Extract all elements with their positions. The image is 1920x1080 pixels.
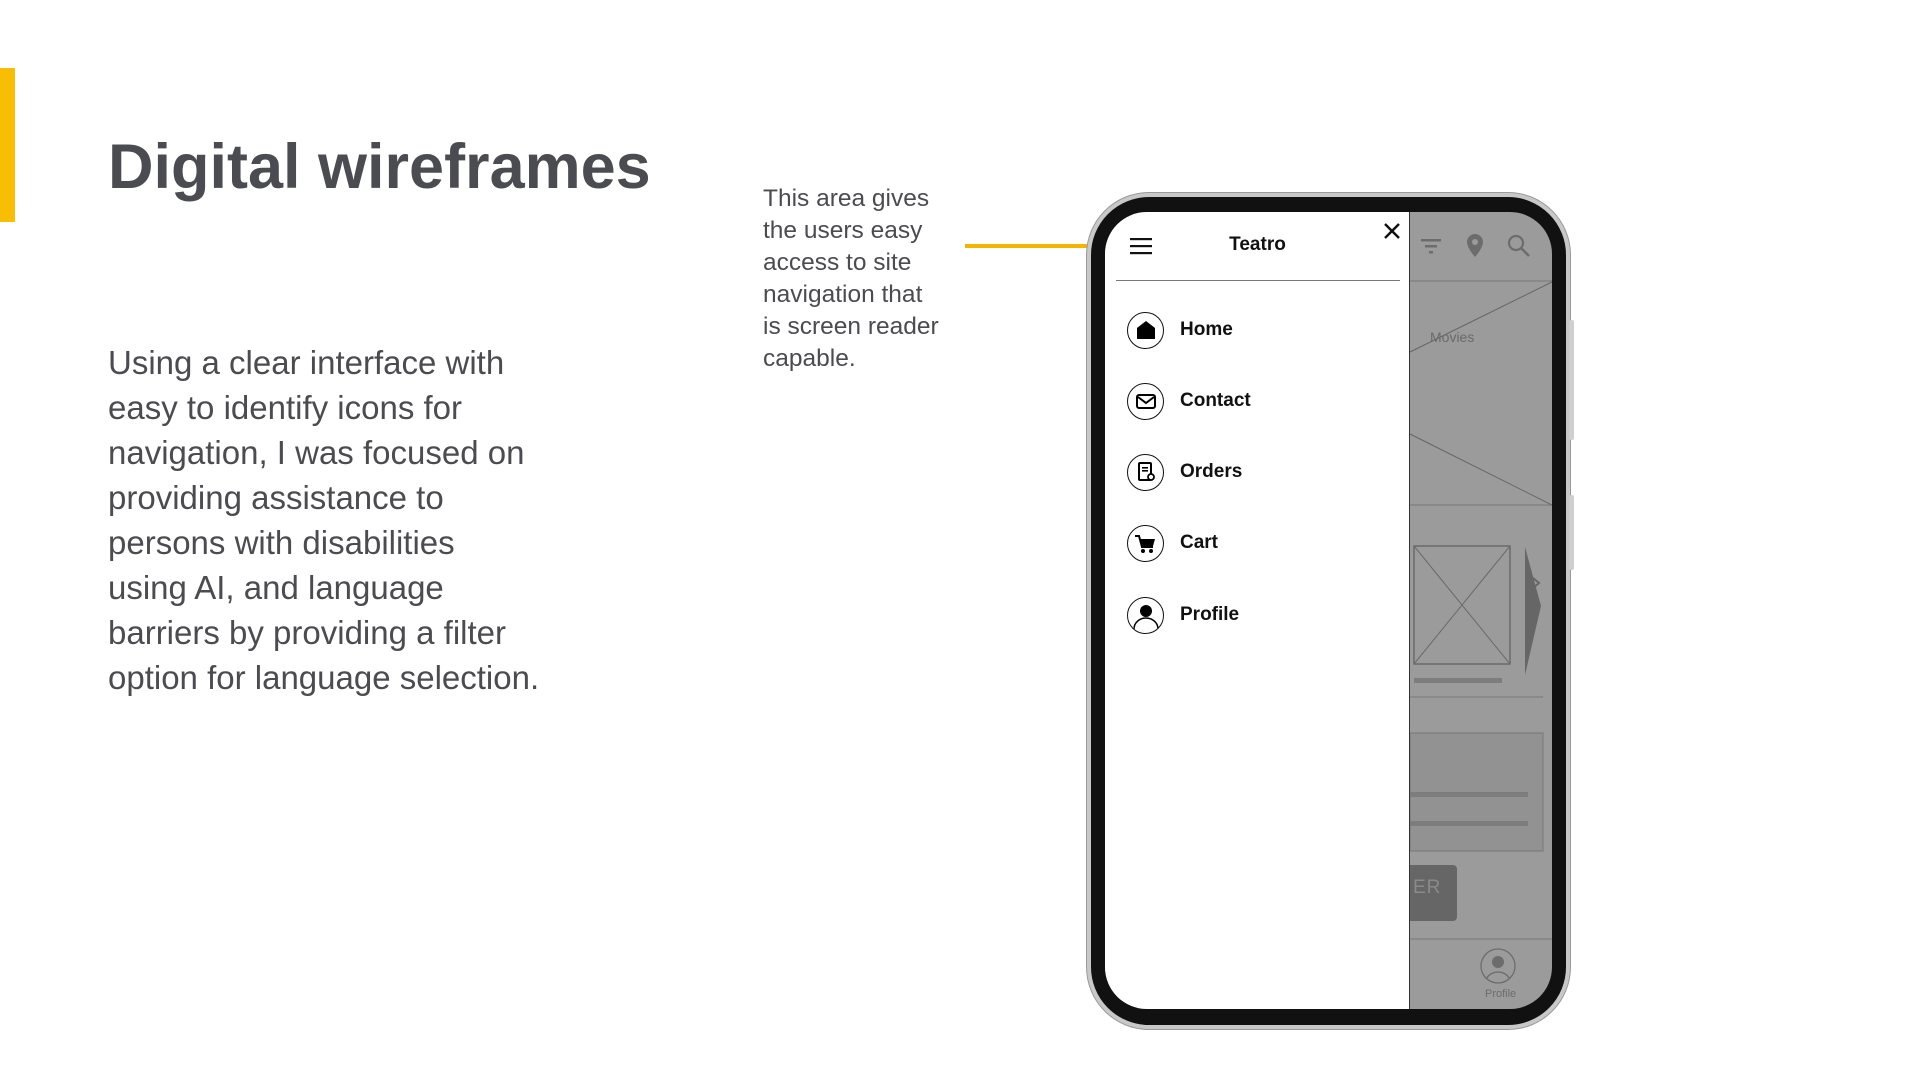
profile-nav-icon[interactable] xyxy=(1479,947,1517,985)
cart-icon xyxy=(1127,524,1164,562)
section-label: Movies xyxy=(1430,329,1475,345)
orders-icon xyxy=(1127,453,1164,491)
phone-side-button xyxy=(1569,495,1574,570)
mail-icon xyxy=(1127,382,1164,420)
location-pin-icon[interactable] xyxy=(1466,233,1484,259)
slide-body: Using a clear interface with easy to ide… xyxy=(108,340,668,700)
phone-screen: Movies ER Profile Teatro Home Contact Or… xyxy=(1105,212,1552,1009)
filter-icon[interactable] xyxy=(1419,236,1443,256)
body-line: Using a clear interface with xyxy=(108,344,505,381)
body-line: easy to identify icons for xyxy=(108,389,463,426)
button-label[interactable]: ER xyxy=(1413,877,1441,899)
annotation-line: access to site xyxy=(763,249,912,276)
annotation-line: This area gives xyxy=(763,185,930,212)
menu-item-home[interactable]: Home xyxy=(1127,310,1233,350)
phone-side-button xyxy=(1569,320,1574,440)
profile-nav-label[interactable]: Profile xyxy=(1485,988,1516,1000)
menu-item-orders[interactable]: Orders xyxy=(1127,452,1242,492)
close-icon[interactable] xyxy=(1383,222,1401,240)
body-line: navigation, I was focused on xyxy=(108,434,525,471)
annotation-line: the users easy xyxy=(763,217,923,244)
search-icon[interactable] xyxy=(1507,234,1531,258)
drawer-title: Teatro xyxy=(1229,234,1286,255)
home-icon xyxy=(1127,311,1164,349)
menu-item-contact[interactable]: Contact xyxy=(1127,381,1251,421)
accent-bar xyxy=(0,68,15,222)
chevron-right-icon[interactable] xyxy=(1530,576,1542,590)
annotation: This area gives the users easy access to… xyxy=(763,183,939,375)
annotation-line: capable. xyxy=(763,345,856,372)
annotation-line: navigation that xyxy=(763,281,923,308)
body-line: using AI, and language xyxy=(108,569,444,606)
body-line: option for language selection. xyxy=(108,659,540,696)
menu-item-label: Contact xyxy=(1180,390,1251,411)
menu-item-label: Home xyxy=(1180,319,1233,340)
body-line: barriers by providing a filter xyxy=(108,614,506,651)
menu-item-label: Profile xyxy=(1180,604,1240,625)
menu-item-label: Cart xyxy=(1180,532,1219,553)
profile-icon xyxy=(1127,596,1164,634)
navigation-drawer: Teatro Home Contact Orders Cart Profile xyxy=(1105,212,1410,1009)
menu-item-profile[interactable]: Profile xyxy=(1127,595,1239,635)
body-line: providing assistance to xyxy=(108,479,444,516)
drawer-divider xyxy=(1116,280,1400,281)
menu-item-cart[interactable]: Cart xyxy=(1127,523,1218,563)
slide-title: Digital wireframes xyxy=(108,132,651,202)
menu-item-label: Orders xyxy=(1180,461,1243,482)
body-line: persons with disabilities xyxy=(108,524,455,561)
annotation-line: is screen reader xyxy=(763,313,939,340)
